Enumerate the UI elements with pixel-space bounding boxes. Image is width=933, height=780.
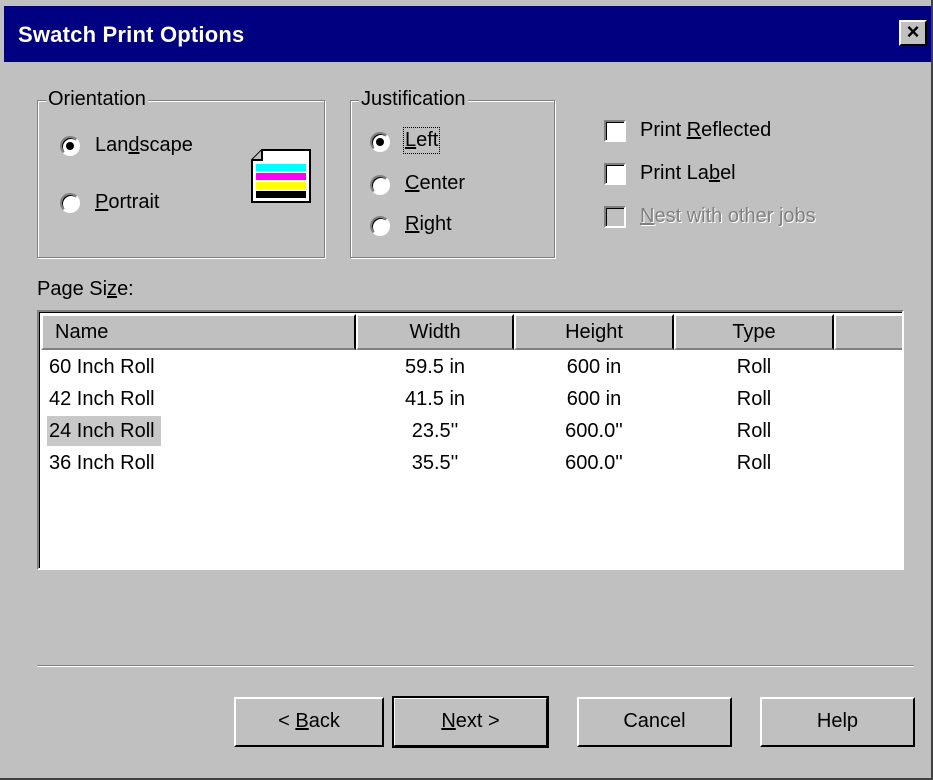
print-reflected-checkbox[interactable]: [604, 120, 626, 142]
radio-selected-dot: [66, 142, 74, 150]
row-type: Roll: [736, 388, 772, 410]
right-label[interactable]: Right: [405, 213, 452, 236]
radio-selected-dot: [376, 138, 384, 146]
row-name: 42 Inch Roll: [49, 388, 155, 410]
row-name: 60 Inch Roll: [49, 356, 155, 378]
row-width: 59.5 in: [404, 356, 466, 378]
help-button[interactable]: Help: [760, 697, 915, 747]
center-radio[interactable]: [370, 175, 390, 195]
row-height: 600.0'': [565, 420, 623, 442]
close-icon: ×: [906, 19, 920, 44]
nest-with-other-jobs-label: Nest with other jobs: [640, 205, 816, 227]
center-label[interactable]: Center: [405, 172, 465, 195]
row-height: 600.0'': [565, 452, 623, 474]
row-name: 36 Inch Roll: [49, 452, 155, 474]
orientation-group-label: Orientation: [46, 88, 148, 111]
row-type: Roll: [736, 356, 772, 378]
separator-line: [37, 665, 914, 667]
column-header-filler: [834, 314, 902, 350]
column-header-type[interactable]: Type: [674, 314, 834, 350]
row-width: 35.5'': [411, 452, 459, 474]
column-header-height[interactable]: Height: [514, 314, 674, 350]
row-type: Roll: [736, 452, 772, 474]
row-width: 41.5 in: [404, 388, 466, 410]
portrait-radio[interactable]: [60, 193, 80, 213]
landscape-page-icon: [251, 149, 311, 203]
table-row[interactable]: 42 Inch Roll 41.5 in 600 in Roll: [39, 384, 902, 416]
next-button[interactable]: Next >: [392, 696, 549, 748]
row-type: Roll: [736, 420, 772, 442]
justification-group-label: Justification: [359, 88, 468, 111]
table-row[interactable]: 36 Inch Roll 35.5'' 600.0'' Roll: [39, 448, 902, 480]
cancel-button[interactable]: Cancel: [577, 697, 732, 747]
dialog-title: Swatch Print Options: [18, 22, 245, 47]
close-button[interactable]: ×: [899, 20, 927, 46]
table-row[interactable]: 60 Inch Roll 59.5 in 600 in Roll: [39, 352, 902, 384]
row-name: 24 Inch Roll: [47, 416, 161, 446]
table-row-selected[interactable]: 24 Inch Roll 23.5'' 600.0'' Roll: [39, 416, 902, 448]
left-label[interactable]: Left: [402, 127, 441, 154]
title-bar[interactable]: Swatch Print Options ×: [4, 6, 931, 62]
left-radio[interactable]: [370, 132, 390, 152]
row-height: 600 in: [566, 388, 622, 410]
print-label-checkbox[interactable]: [604, 163, 626, 185]
page-size-label: Page Size:: [37, 278, 134, 300]
swatch-print-options-dialog: Swatch Print Options × Orientation Lands…: [0, 0, 933, 780]
print-label-label[interactable]: Print Label: [640, 162, 736, 185]
page-size-list[interactable]: Name Width Height Type 60 Inch Roll 59.5…: [37, 310, 904, 570]
back-button[interactable]: < Back: [234, 697, 384, 747]
row-width: 23.5'': [411, 420, 459, 442]
column-header-width[interactable]: Width: [356, 314, 514, 350]
column-header-name[interactable]: Name: [41, 314, 356, 350]
nest-with-other-jobs-checkbox: [604, 206, 626, 228]
print-reflected-label[interactable]: Print Reflected: [640, 119, 771, 142]
landscape-radio[interactable]: [60, 136, 80, 156]
portrait-label[interactable]: Portrait: [95, 191, 159, 214]
right-radio[interactable]: [370, 216, 390, 236]
landscape-label[interactable]: Landscape: [95, 134, 193, 157]
row-height: 600 in: [566, 356, 622, 378]
